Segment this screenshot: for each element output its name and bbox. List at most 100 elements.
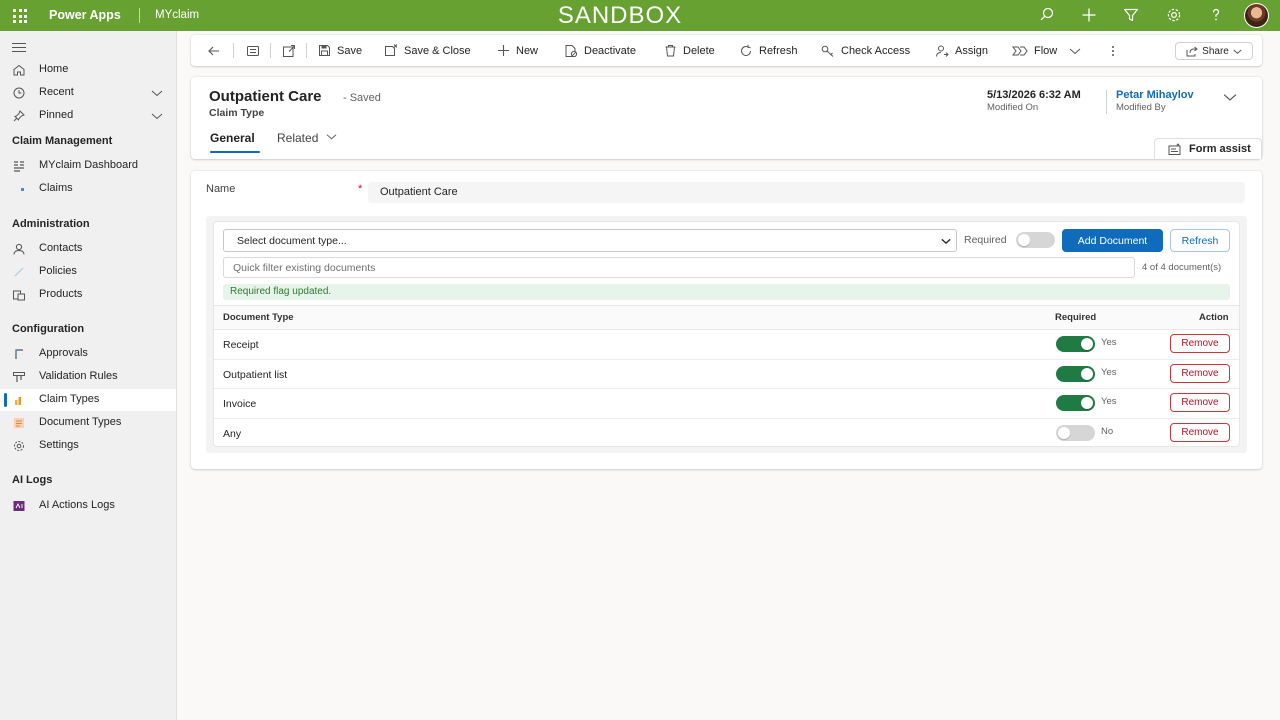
divider: [139, 8, 140, 23]
share-icon: [1186, 46, 1198, 56]
open-in-new-window-icon: [283, 44, 295, 57]
flow-button[interactable]: Flow: [1012, 35, 1087, 66]
ai-logs-icon: [13, 501, 25, 511]
document-type-select[interactable]: Select document type...: [223, 229, 957, 252]
save-icon: [319, 45, 330, 56]
sidebar-item-claim-types[interactable]: Claim Types: [0, 389, 176, 411]
save-close-label: Save & Close: [404, 44, 471, 57]
sidebar-item-label: AI Actions Logs: [39, 499, 115, 511]
required-value: No: [1101, 425, 1114, 437]
required-row-toggle[interactable]: [1056, 336, 1095, 352]
check-access-button[interactable]: Check Access: [821, 35, 910, 66]
name-field[interactable]: Outpatient Care: [368, 182, 1245, 203]
sidebar-item-myclaim-dashboard[interactable]: MYclaim Dashboard: [0, 155, 176, 177]
add-document-button[interactable]: Add Document: [1062, 229, 1163, 252]
quick-filter-input[interactable]: Quick filter existing documents: [223, 257, 1135, 278]
products-icon: [13, 290, 25, 301]
required-toggle-label: Required: [964, 234, 1007, 246]
delete-label: Delete: [683, 44, 715, 57]
sidebar-item-ai-actions-logs[interactable]: AI Actions Logs: [0, 495, 176, 517]
deactivate-icon: [565, 44, 578, 57]
required-row-toggle[interactable]: [1056, 395, 1095, 411]
delete-button[interactable]: Delete: [664, 35, 715, 66]
search-icon[interactable]: [1037, 5, 1057, 25]
filter-icon[interactable]: [1121, 5, 1141, 25]
required-row-toggle[interactable]: [1056, 365, 1095, 382]
sidebar-item-products[interactable]: Products: [0, 284, 176, 306]
sidebar-item-claims[interactable]: Claims: [0, 178, 176, 200]
document-type-cell: Outpatient list: [223, 368, 288, 381]
hamburger-menu-icon[interactable]: [12, 43, 26, 55]
toggle-knob: [1058, 426, 1070, 439]
remove-button[interactable]: Remove: [1170, 334, 1230, 353]
avatar[interactable]: [1244, 3, 1269, 28]
more-commands-button[interactable]: [1110, 35, 1122, 66]
tab-related[interactable]: Related: [277, 131, 337, 145]
remove-button[interactable]: Remove: [1170, 363, 1230, 383]
nav-section-title: Configuration: [12, 323, 85, 335]
sidebar-item-label: Contacts: [39, 242, 83, 254]
modified-by-link[interactable]: Petar Mihaylov: [1116, 89, 1194, 101]
assign-button[interactable]: Assign: [935, 35, 988, 66]
expand-header-chevron-icon[interactable]: [1223, 90, 1237, 104]
save-close-icon: [385, 44, 398, 56]
nav-section-title: Claim Management: [12, 135, 113, 147]
sidebar-item-validation-rules[interactable]: Validation Rules: [0, 366, 176, 388]
document-type-select-value: Select document type...: [237, 235, 347, 247]
column-header-document-type[interactable]: Document Type: [223, 312, 294, 323]
divider: [270, 43, 271, 58]
table-row: Receipt Yes Remove: [214, 330, 1239, 360]
new-button[interactable]: New: [497, 35, 538, 66]
refresh-button[interactable]: Refresh: [739, 35, 798, 66]
sidebar-item-home[interactable]: Home: [0, 59, 176, 81]
back-button[interactable]: [207, 35, 227, 66]
check-access-label: Check Access: [841, 44, 911, 57]
column-header-required[interactable]: Required: [1055, 312, 1096, 323]
sidebar-item-document-types[interactable]: Document Types: [0, 412, 176, 434]
gear-icon[interactable]: [1164, 5, 1184, 25]
chevron-down-icon[interactable]: [151, 87, 163, 99]
sidebar-item-label: Recent: [39, 86, 74, 98]
toggle-knob: [1018, 234, 1030, 246]
record-set-button[interactable]: [246, 35, 266, 66]
required-value: Yes: [1101, 396, 1117, 407]
sandbox-banner: SANDBOX: [557, 2, 683, 29]
remove-button[interactable]: Remove: [1170, 393, 1230, 412]
sidebar-item-settings[interactable]: Settings: [0, 435, 176, 457]
sidebar-item-policies[interactable]: Policies: [0, 261, 176, 283]
divider: [1106, 90, 1107, 114]
waffle-icon[interactable]: [13, 9, 27, 23]
pin-icon: [13, 110, 25, 122]
chevron-down-icon[interactable]: [151, 110, 163, 122]
sidebar-item-contacts[interactable]: Contacts: [0, 238, 176, 260]
deactivate-button[interactable]: Deactivate: [564, 35, 636, 66]
share-button[interactable]: Share: [1175, 42, 1253, 60]
claim-types-icon: [15, 397, 21, 405]
help-icon[interactable]: [1206, 5, 1226, 25]
sidebar-item-pinned[interactable]: Pinned: [0, 105, 176, 127]
tab-general[interactable]: General: [210, 131, 255, 145]
dashboard-icon: [14, 161, 24, 172]
sidebar-item-recent[interactable]: Recent: [0, 82, 176, 104]
save-button[interactable]: Save: [318, 35, 362, 66]
save-status: - Saved: [343, 92, 381, 104]
sidebar-item-approvals[interactable]: Approvals: [0, 343, 176, 365]
sidebar-item-label: Pinned: [39, 109, 74, 121]
remove-button[interactable]: Remove: [1170, 422, 1230, 442]
toggle-knob: [1081, 367, 1093, 380]
active-tab-indicator: [210, 151, 260, 153]
refresh-documents-button[interactable]: Refresh: [1170, 229, 1230, 252]
document-type-cell: Receipt: [223, 339, 259, 351]
environment-name[interactable]: MYclaim: [155, 9, 199, 21]
save-and-close-button[interactable]: Save & Close: [384, 35, 471, 66]
plus-icon[interactable]: [1079, 5, 1099, 25]
form-assist-button[interactable]: Form assist: [1154, 138, 1262, 159]
modified-on-value: 5/13/2026 6:32 AM: [987, 89, 1081, 101]
document-count: 4 of 4 document(s): [1142, 262, 1222, 273]
open-new-window-button[interactable]: [282, 35, 302, 66]
required-row-toggle[interactable]: [1056, 424, 1095, 441]
chevron-down-icon: [1069, 48, 1081, 54]
required-toggle[interactable]: [1016, 232, 1055, 248]
required-value: Yes: [1101, 337, 1117, 348]
app-name[interactable]: Power Apps: [49, 8, 121, 22]
